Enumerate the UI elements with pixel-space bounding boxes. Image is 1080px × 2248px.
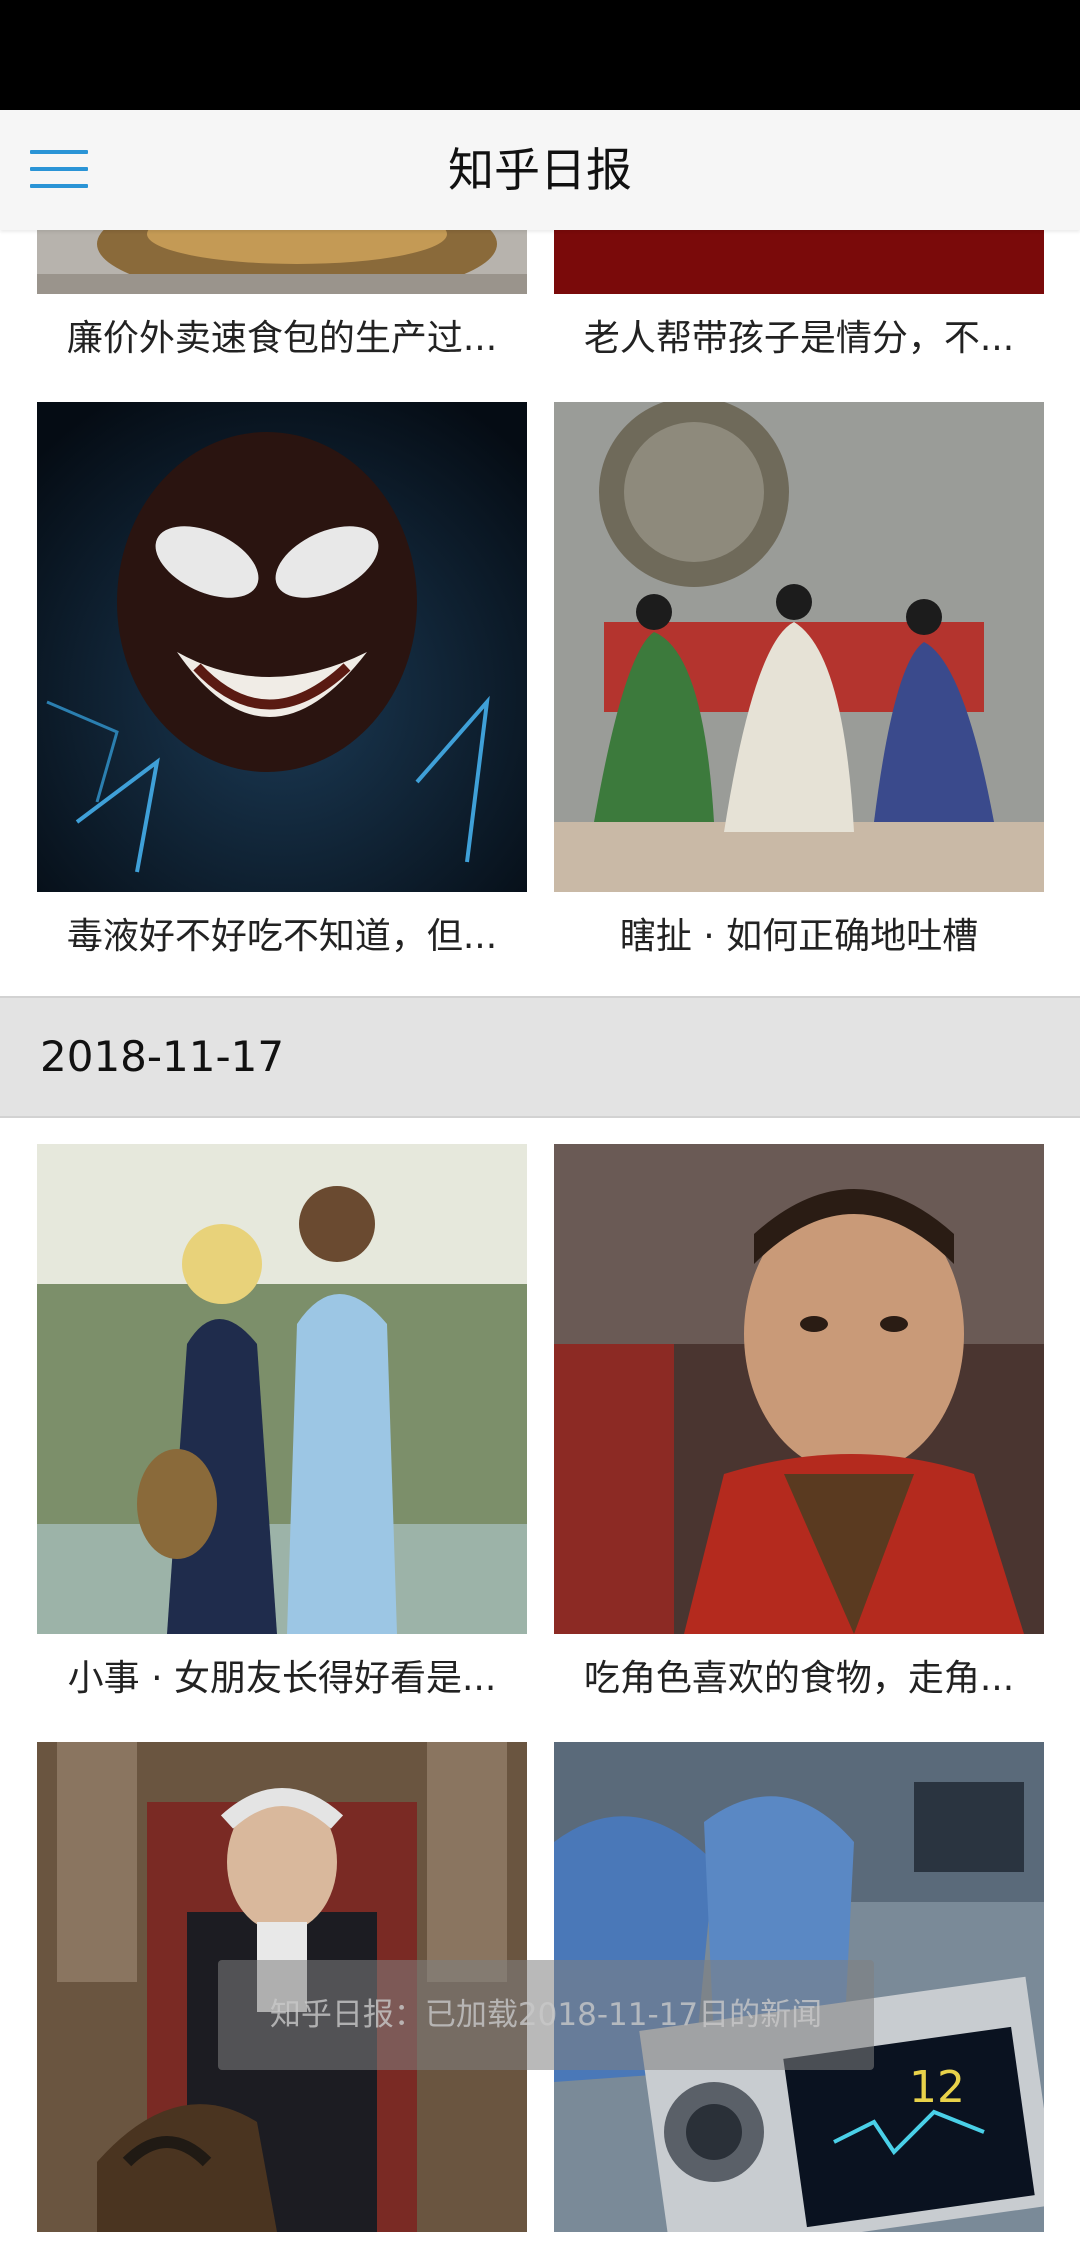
news-thumbnail (554, 230, 1044, 294)
svg-text:12: 12 (909, 2062, 965, 2113)
news-list[interactable]: 廉价外卖速食包的生产过... 老人帮带孩子是情分，不... 毒液好不好吃不知道，… (0, 230, 1080, 2248)
news-title: 老人帮带孩子是情分，不... (583, 318, 1015, 359)
date-label: 2018-11-17 (40, 1032, 285, 1081)
news-thumbnail (37, 402, 527, 892)
news-card[interactable]: 瞎扯 · 如何正确地吐槽 (554, 402, 1044, 957)
news-card[interactable]: 老人帮带孩子是情分，不... (554, 230, 1044, 359)
news-title: 廉价外卖速食包的生产过... (66, 318, 498, 359)
news-title: 瞎扯 · 如何正确地吐槽 (619, 916, 979, 957)
news-title: 吃角色喜欢的食物，走角... (583, 1658, 1015, 1699)
news-card[interactable]: 毒液好不好吃不知道，但... (37, 402, 527, 957)
news-thumbnail (554, 1144, 1044, 1634)
news-card[interactable]: 吃角色喜欢的食物，走角... (554, 1144, 1044, 1699)
news-title: 毒液好不好吃不知道，但... (66, 916, 498, 957)
news-card[interactable]: 廉价外卖速食包的生产过... (37, 230, 527, 359)
date-header: 2018-11-17 (0, 996, 1080, 1118)
news-title: 小事 · 女朋友长得好看是... (67, 1658, 497, 1699)
news-card[interactable]: 小事 · 女朋友长得好看是... (37, 1144, 527, 1699)
status-bar (0, 0, 1080, 110)
app-title: 知乎日报 (448, 143, 632, 197)
news-thumbnail (37, 230, 527, 294)
toast-message: 知乎日报：已加载2018-11-17日的新闻 (218, 1960, 874, 2070)
news-thumbnail (37, 1144, 527, 1634)
news-thumbnail (554, 402, 1044, 892)
app-bar: 知乎日报 (0, 110, 1080, 230)
